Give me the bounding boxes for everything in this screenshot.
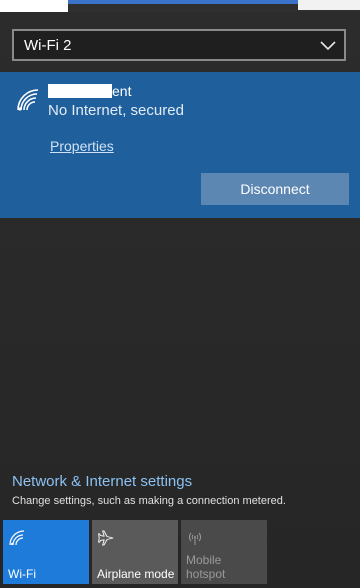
adapter-select-value: Wi-Fi 2 xyxy=(24,36,72,54)
properties-link[interactable]: Properties xyxy=(50,138,114,154)
hotspot-icon xyxy=(189,532,201,545)
connected-network-card[interactable]: ent No Internet, secured Properties Disc… xyxy=(0,72,360,218)
airplane-tile-label: Airplane mode xyxy=(97,567,175,581)
network-ssid: ent xyxy=(48,83,131,99)
redacted-block xyxy=(48,84,112,98)
adapter-select[interactable]: Wi-Fi 2 xyxy=(12,29,346,61)
network-settings-description: Change settings, such as making a connec… xyxy=(12,495,286,507)
wifi-icon xyxy=(9,530,25,546)
disconnect-button[interactable]: Disconnect xyxy=(201,173,349,205)
wifi-signal-icon xyxy=(17,89,39,111)
network-flyout: Wi-Fi 2 ent No Internet, secured Propert… xyxy=(0,0,360,588)
hotspot-tile-label: Mobile hotspot xyxy=(186,553,226,581)
network-status: No Internet, secured xyxy=(48,102,184,119)
wifi-tile-label: Wi-Fi xyxy=(8,567,36,581)
airplane-mode-tile[interactable]: Airplane mode xyxy=(92,520,178,584)
chevron-down-icon xyxy=(320,41,336,51)
mobile-hotspot-tile[interactable]: Mobile hotspot xyxy=(181,520,267,584)
airplane-icon xyxy=(98,530,114,546)
network-settings-link[interactable]: Network & Internet settings xyxy=(12,473,192,490)
wifi-toggle-tile[interactable]: Wi-Fi xyxy=(3,520,89,584)
background-window-edge xyxy=(0,0,360,12)
